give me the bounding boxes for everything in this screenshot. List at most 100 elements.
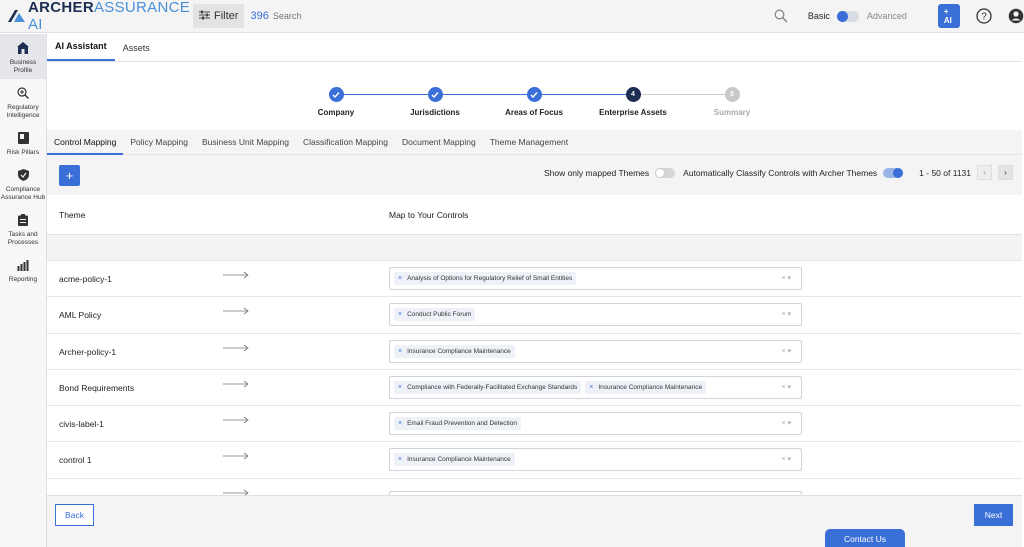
- clear-dropdown-icon[interactable]: × ▾: [781, 310, 791, 318]
- control-multiselect[interactable]: × Conduct Public Forum × ▾: [389, 303, 802, 327]
- toggle-knob: [893, 167, 904, 178]
- book-icon: [17, 132, 29, 149]
- back-button[interactable]: Back: [55, 504, 94, 526]
- arrow-right-icon: [223, 452, 249, 462]
- search-bar: [268, 4, 794, 28]
- logo-mark-icon: [8, 9, 26, 23]
- control-multiselect[interactable]: × Insurance Compliance Maintenance × ▾: [389, 448, 802, 472]
- logo-primary: ARCHER: [28, 0, 94, 16]
- control-multiselect[interactable]: × Analysis of Options for Regulatory Reli…: [389, 267, 802, 290]
- search-icon[interactable]: [774, 9, 788, 23]
- table-row: [47, 479, 1022, 495]
- remove-chip-icon[interactable]: ×: [398, 420, 402, 427]
- tab-ai-assistant[interactable]: AI Assistant: [47, 41, 115, 61]
- contact-us-button[interactable]: Contact Us: [825, 529, 905, 547]
- table-row: control 1 × Insurance Compliance Maintena…: [47, 442, 1022, 479]
- step-company[interactable]: Company: [286, 87, 386, 117]
- ai-button[interactable]: + AI: [937, 4, 960, 28]
- step-label: Areas of Focus: [505, 108, 563, 117]
- table-header: Theme Map to Your Controls: [47, 195, 1022, 235]
- chip-label: Insurance Compliance Maintenance: [407, 347, 511, 355]
- auto-classify-label: Automatically Classify Controls with Arc…: [683, 167, 878, 178]
- step-enterprise-assets[interactable]: 4 Enterprise Assets: [583, 87, 683, 117]
- help-icon[interactable]: ?: [976, 8, 992, 24]
- chip-label: Email Fraud Prevention and Detection: [407, 420, 517, 428]
- chip-label: Analysis of Options for Regulatory Relie…: [407, 275, 573, 282]
- sidebar-item-business-profile[interactable]: Business Profile: [0, 34, 46, 79]
- remove-chip-icon[interactable]: ×: [398, 311, 402, 318]
- top-bar: ARCHERASSURANCE AI Filter 396 Basic Adva…: [0, 0, 1024, 33]
- step-summary[interactable]: 5 Summary: [682, 87, 782, 117]
- filter-button[interactable]: Filter: [193, 4, 245, 28]
- sidebar: Business Profile Regulatory Intelligence…: [0, 34, 47, 547]
- chip-label: Insurance Compliance Maintenance: [407, 456, 511, 464]
- sidebar-item-label: Tasks and Processes: [7, 231, 39, 246]
- next-page-button[interactable]: ›: [998, 165, 1013, 180]
- user-account-icon[interactable]: [1008, 8, 1024, 24]
- mapping-tabs: Control Mapping Policy Mapping Business …: [47, 130, 1022, 155]
- mode-switch: Basic Advanced: [808, 10, 907, 22]
- mode-advanced-label: Advanced: [866, 11, 907, 21]
- add-theme-button[interactable]: +: [59, 164, 80, 186]
- mode-toggle[interactable]: [836, 10, 859, 22]
- step-number: 5: [724, 87, 740, 102]
- tab-policy-mapping[interactable]: Policy Mapping: [123, 130, 195, 155]
- control-chip: × Insurance Compliance Maintenance: [585, 380, 707, 394]
- column-header-theme: Theme: [59, 209, 86, 220]
- wizard-footer: Back Next Contact Us: [47, 495, 1022, 547]
- toggle-knob: [655, 167, 666, 178]
- control-multiselect[interactable]: × Insurance Compliance Maintenance × ▾: [389, 339, 802, 363]
- step-number: 4: [625, 87, 641, 102]
- show-mapped-toggle[interactable]: [655, 167, 676, 178]
- sidebar-item-tasks-and-processes[interactable]: Tasks and Processes: [0, 206, 46, 251]
- tab-classification-mapping[interactable]: Classification Mapping: [296, 130, 395, 155]
- search-input[interactable]: [272, 11, 774, 21]
- auto-classify-toggle[interactable]: [883, 167, 904, 178]
- sidebar-item-compliance-assurance-hub[interactable]: Compliance Assurance Hub: [0, 161, 46, 206]
- tab-document-mapping[interactable]: Document Mapping: [395, 130, 483, 155]
- sidebar-item-regulatory-intelligence[interactable]: Regulatory Intelligence: [0, 79, 46, 124]
- step-label: Enterprise Assets: [599, 108, 667, 117]
- table-row: Bond Requirements × Compliance with Feder…: [47, 370, 1022, 407]
- table-row: civis-label-1 × Email Fraud Prevention an…: [47, 406, 1022, 443]
- step-areas-of-focus[interactable]: Areas of Focus: [484, 87, 584, 117]
- app-logo[interactable]: ARCHERASSURANCE AI: [0, 0, 190, 33]
- clear-dropdown-icon[interactable]: × ▾: [781, 383, 791, 391]
- clear-dropdown-icon[interactable]: × ▾: [781, 347, 791, 355]
- arrow-right-icon: [223, 344, 249, 354]
- check-icon: [526, 87, 542, 102]
- shield-check-icon: [17, 169, 29, 186]
- remove-chip-icon[interactable]: ×: [398, 348, 402, 355]
- sidebar-item-label: Business Profile: [9, 59, 37, 74]
- theme-name: Archer-policy-1: [59, 346, 117, 357]
- table-row: acme-policy-1 × Analysis of Options for R…: [47, 261, 1022, 298]
- clear-dropdown-icon[interactable]: × ▾: [781, 455, 791, 463]
- theme-name: civis-label-1: [59, 419, 104, 430]
- magnifier-plus-icon: [17, 87, 29, 104]
- tab-business-unit-mapping[interactable]: Business Unit Mapping: [195, 130, 296, 155]
- control-chip: × Insurance Compliance Maintenance: [394, 344, 515, 358]
- sidebar-item-reporting[interactable]: Reporting: [0, 251, 46, 288]
- remove-chip-icon[interactable]: ×: [589, 384, 593, 391]
- remove-chip-icon[interactable]: ×: [398, 384, 402, 391]
- remove-chip-icon[interactable]: ×: [398, 456, 402, 463]
- step-label: Summary: [713, 108, 751, 117]
- step-jurisdictions[interactable]: Jurisdictions: [385, 87, 485, 117]
- clear-dropdown-icon[interactable]: × ▾: [781, 274, 791, 282]
- tab-control-mapping[interactable]: Control Mapping: [47, 130, 124, 155]
- control-chip: × Compliance with Federally-Facilitated E…: [394, 380, 582, 394]
- tab-assets[interactable]: Assets: [115, 43, 158, 61]
- sidebar-item-label: Compliance Assurance Hub: [0, 186, 46, 201]
- toggle-knob: [836, 10, 848, 22]
- remove-chip-icon[interactable]: ×: [398, 275, 402, 282]
- control-multiselect[interactable]: × Email Fraud Prevention and Detection × …: [389, 412, 802, 436]
- tab-theme-management[interactable]: Theme Management: [483, 130, 575, 155]
- wizard-stepper: Company Jurisdictions Areas of Focus 4 E…: [47, 62, 1022, 130]
- filter-count: 396: [250, 10, 269, 22]
- sidebar-item-risk-pillars[interactable]: Risk Pillars: [0, 124, 46, 161]
- next-button[interactable]: Next: [974, 504, 1013, 526]
- clear-dropdown-icon[interactable]: × ▾: [781, 419, 791, 427]
- prev-page-button[interactable]: ‹: [977, 165, 992, 180]
- control-multiselect[interactable]: × Compliance with Federally-Facilitated E…: [389, 375, 802, 399]
- theme-name: acme-policy-1: [59, 274, 112, 284]
